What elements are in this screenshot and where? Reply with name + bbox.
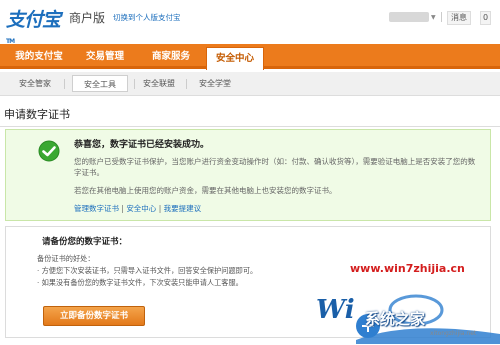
security-center-link[interactable]: 安全中心 [126,204,156,213]
success-note: 若您在其他电脑上使用您的账户资金，需要在其他电脑上也安装您的数字证书。 [74,186,337,195]
subtab-security-school[interactable]: 安全学堂 [192,75,238,92]
success-title: 恭喜您，数字证书已经安装成功。 [74,140,210,150]
success-panel: 恭喜您，数字证书已经安装成功。 您的账户已受数字证书保护，当您账户进行资金变动操… [5,129,491,221]
backup-benefits-label: 备份证书的好处： [37,254,95,263]
watermark-small-url: xitongzhijia.net [430,330,477,337]
tab-my-alipay[interactable]: 我的支付宝 [9,44,69,69]
subtab-security-alliance[interactable]: 安全联盟 [138,75,180,92]
link-separator: | [121,204,124,213]
svg-text:Wi: Wi [316,295,355,325]
main-nav: 我的支付宝 交易管理 商家服务 安全中心 [0,44,500,70]
top-header: 支付宝TM 商户版 切换到个人版支付宝 ▼ 消息 0 [0,0,500,45]
subnav-divider [186,79,187,89]
tab-transactions[interactable]: 交易管理 [75,44,135,69]
switch-to-personal-link[interactable]: 切换到个人版支付宝 [113,13,181,23]
subtab-security-tools[interactable]: 安全工具 [72,75,128,92]
title-divider [0,126,500,127]
tab-security-center[interactable]: 安全中心 [206,47,264,70]
backup-certificate-button[interactable]: 立即备份数字证书 [43,306,145,326]
messages-link[interactable]: 消息 [447,11,471,25]
feedback-link[interactable]: 我要提建议 [164,204,202,213]
watermark-site-name: 系统之家 [365,310,426,328]
user-account-name[interactable] [389,12,429,22]
page-title: 申请数字证书 [4,108,70,121]
edition-label: 商户版 [69,11,106,25]
link-separator: | [158,204,162,213]
chevron-down-icon[interactable]: ▼ [431,14,436,21]
sub-nav: 安全管家 安全工具 安全联盟 安全学堂 [0,72,500,96]
success-check-icon [38,140,60,162]
subtab-security-manager[interactable]: 安全管家 [12,75,58,92]
backup-benefit-item: · 方便您下次安装证书，只需导入证书文件，回答安全保护问题即可。 [37,266,258,275]
subnav-divider [64,79,65,89]
success-links: 管理数字证书 | 安全中心 | 我要提建议 [74,203,201,214]
alipay-logo[interactable]: 支付宝TM [6,9,68,45]
backup-title: 请备份您的数字证书： [42,237,128,247]
backup-benefit-item: · 如果没有备份您的数字证书文件，下次安装只能申请人工客服。 [37,278,243,287]
manage-certificate-link[interactable]: 管理数字证书 [74,204,119,213]
tab-merchant-services[interactable]: 商家服务 [141,44,201,69]
watermark-url: www.win7zhijia.cn [350,262,465,275]
subnav-divider [134,79,135,89]
success-description: 您的账户已受数字证书保护，当您账户进行资金变动操作时（如：付款、确认收货等），需… [74,157,476,177]
header-divider [441,12,442,22]
messages-count-badge[interactable]: 0 [480,11,492,25]
